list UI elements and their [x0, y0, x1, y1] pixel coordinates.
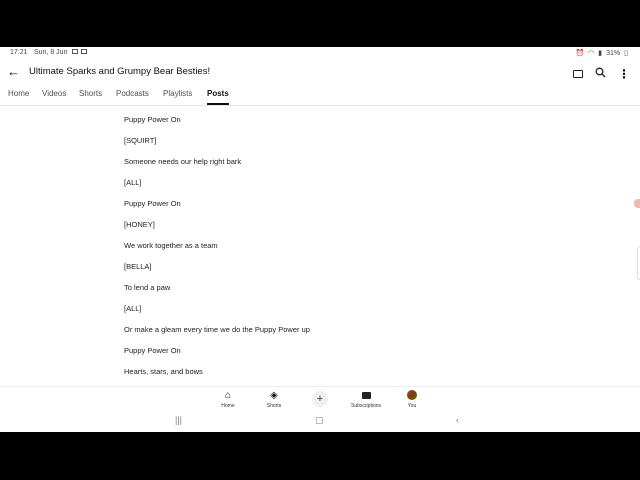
header-actions: ⋮: [573, 65, 630, 83]
bottom-navigation: ⌂ Home ◈ Shorts + Subscriptions You: [0, 386, 640, 411]
lyric-line: [HONEY]: [124, 220, 155, 229]
lyric-line: Hearts, stars, and bows: [124, 367, 203, 376]
lyric-line: [BELLA]: [124, 262, 152, 271]
lyric-line: We work together as a team: [124, 241, 218, 250]
nav-shorts[interactable]: ◈ Shorts: [254, 390, 294, 409]
nav-subscriptions[interactable]: Subscriptions: [346, 390, 386, 409]
nav-home-label: Home: [221, 403, 235, 409]
nav-shorts-label: Shorts: [266, 403, 282, 409]
back-arrow-icon[interactable]: ←: [7, 65, 20, 78]
status-time: 17:21: [10, 49, 28, 56]
lyric-line: Or make a gleam every time we do the Pup…: [124, 325, 310, 334]
lyric-line: [ALL]: [124, 304, 142, 313]
lyric-line: [SQUIRT]: [124, 136, 157, 145]
home-button-icon[interactable]: ▢: [315, 415, 324, 426]
lyric-line: To lend a paw: [124, 283, 171, 292]
channel-tabs: Home Videos Shorts Podcasts Playlists Po…: [0, 86, 640, 106]
tab-home[interactable]: Home: [8, 89, 29, 98]
edge-panel-handle[interactable]: [634, 199, 640, 208]
lyric-line: Someone needs our help right bark: [124, 157, 242, 166]
nav-you-label: You: [407, 403, 417, 409]
subscriptions-icon: [346, 390, 386, 401]
status-bar: 17:21 Sun, 8 Jun ⏰ ◠ ▮ 31% ▯: [0, 47, 640, 59]
lyric-line: Puppy Power On: [124, 346, 181, 355]
battery-icon: ▯: [624, 50, 628, 57]
lyric-line: [ALL]: [124, 178, 142, 187]
app-screen: 17:21 Sun, 8 Jun ⏰ ◠ ▮ 31% ▯ ← Ultimate …: [0, 47, 640, 432]
status-right: ⏰ ◠ ▮ 31% ▯: [575, 49, 628, 58]
channel-header: ← Ultimate Sparks and Grumpy Bear Bestie…: [0, 61, 640, 83]
active-tab-indicator: [207, 103, 229, 105]
page-title: Ultimate Sparks and Grumpy Bear Besties!: [29, 66, 211, 77]
cast-icon[interactable]: [573, 70, 583, 78]
tab-shorts[interactable]: Shorts: [79, 89, 102, 98]
avatar: [392, 390, 432, 401]
status-date: Sun, 8 Jun: [34, 49, 68, 56]
notification-icon: [72, 49, 78, 54]
notification-icon: [81, 49, 87, 54]
search-icon[interactable]: [595, 65, 606, 83]
more-vert-icon[interactable]: ⋮: [618, 68, 630, 80]
recent-apps-icon[interactable]: |||: [175, 415, 182, 425]
tab-videos[interactable]: Videos: [42, 89, 66, 98]
nav-subscriptions-label: Subscriptions: [350, 403, 381, 409]
tab-podcasts[interactable]: Podcasts: [116, 89, 149, 98]
recorder-watermark: Az Recorder: [563, 415, 625, 427]
system-navigation: ||| ▢ ‹: [0, 412, 640, 432]
notification-icons: [72, 49, 87, 54]
battery-level: 31%: [606, 49, 621, 57]
lyric-line: Puppy Power On: [124, 115, 181, 124]
wifi-icon: ◠: [588, 50, 595, 57]
home-icon: ⌂: [224, 390, 232, 401]
lyric-line: Puppy Power On: [124, 199, 181, 208]
alarm-icon: ⏰: [575, 50, 585, 57]
tab-playlists[interactable]: Playlists: [163, 89, 192, 98]
signal-icon: ▮: [598, 50, 603, 57]
back-button-icon[interactable]: ‹: [456, 415, 459, 425]
nav-you[interactable]: You: [392, 390, 432, 409]
nav-home[interactable]: ⌂ Home: [208, 390, 248, 409]
tab-posts[interactable]: Posts: [207, 89, 229, 98]
shorts-icon: ◈: [270, 390, 278, 401]
create-icon[interactable]: +: [312, 391, 328, 407]
